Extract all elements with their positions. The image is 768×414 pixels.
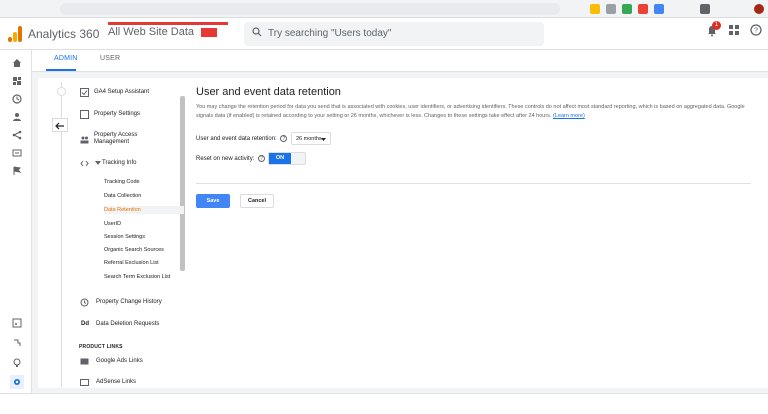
dropdown-arrow-icon <box>321 138 326 141</box>
account-selector[interactable]: All Web Site Data <box>108 22 228 38</box>
admin-panel: GA4 Setup Assistant Property Settings Pr… <box>38 78 768 388</box>
retention-label: User and event data retention: <box>196 136 277 143</box>
nav-item-property-settings[interactable]: Property Settings <box>94 111 140 117</box>
nav-item-adsense-links[interactable]: AdSense Links <box>96 379 136 385</box>
learn-more-link[interactable]: (Learn more) <box>553 113 585 119</box>
nav-sub-userid[interactable]: UserID <box>104 221 121 227</box>
reset-row: Reset on new activity: ? <box>196 155 266 163</box>
nav-scrollbar[interactable] <box>180 96 185 271</box>
active-tab-indicator <box>46 69 76 71</box>
realtime-clock-icon[interactable] <box>10 92 24 106</box>
back-button[interactable] <box>52 118 68 132</box>
conversions-flag-icon[interactable] <box>10 164 24 178</box>
nav-item-change-history[interactable]: Property Change History <box>96 299 162 305</box>
save-button[interactable]: Save <box>196 194 230 208</box>
nav-item-ga4-setup[interactable]: GA4 Setup Assistant <box>94 89 149 95</box>
extension-icon[interactable] <box>638 4 648 14</box>
section-product-links: PRODUCT LINKS <box>79 344 123 350</box>
discover-icon[interactable] <box>10 336 24 350</box>
search-box[interactable]: Try searching "Users today" <box>244 22 544 46</box>
admin-user-tabs: ADMIN USER <box>32 50 768 72</box>
left-navigation-rail <box>0 50 32 393</box>
bottom-taskbar <box>0 393 768 414</box>
retention-dropdown[interactable]: 26 months <box>291 132 331 145</box>
nav-sub-data-retention[interactable]: Data Retention <box>104 206 184 214</box>
google-ads-icon <box>80 358 89 365</box>
reset-label: Reset on new activity: <box>196 156 255 163</box>
nav-item-data-deletion[interactable]: Data Deletion Requests <box>96 321 159 327</box>
search-icon <box>252 27 262 37</box>
description-text: You may change the retention period for … <box>196 104 745 119</box>
adsense-icon <box>80 379 89 386</box>
acquisition-icon[interactable] <box>10 128 24 142</box>
app-header: Analytics 360 All Web Site Data Try sear… <box>0 18 768 50</box>
help-circle-icon[interactable]: ? <box>258 155 266 162</box>
checkbox-icon <box>80 88 89 97</box>
extension-icon[interactable] <box>622 4 632 14</box>
redaction-block <box>201 27 218 37</box>
customization-icon[interactable] <box>10 74 24 88</box>
nav-item-tracking-info[interactable]: Tracking Info <box>102 160 136 166</box>
extension-icon[interactable] <box>590 4 600 14</box>
profile-avatar[interactable] <box>754 4 764 14</box>
nav-sub-tracking-code[interactable]: Tracking Code <box>104 179 140 185</box>
svg-text:?: ? <box>754 28 758 35</box>
nav-item-access-management[interactable]: Property Access Management <box>94 132 166 146</box>
retention-row: User and event data retention: ? <box>196 135 288 143</box>
cancel-button[interactable]: Cancel <box>240 194 274 208</box>
behavior-icon[interactable] <box>10 146 24 160</box>
code-brackets-icon <box>80 160 89 167</box>
extension-icon[interactable] <box>606 4 616 14</box>
audience-person-icon[interactable] <box>10 110 24 124</box>
address-bar[interactable] <box>60 3 560 15</box>
arrow-left-icon <box>55 122 64 130</box>
nav-sub-organic-search[interactable]: Organic Search Sources <box>104 247 164 253</box>
home-icon[interactable] <box>10 56 24 70</box>
browser-toolbar <box>0 0 768 18</box>
nav-item-google-ads-links[interactable]: Google Ads Links <box>96 358 143 364</box>
analytics-logo-icon <box>8 26 22 42</box>
property-settings-icon <box>80 110 89 119</box>
page-title: User and event data retention <box>196 86 341 98</box>
reset-toggle[interactable]: ON <box>268 152 306 165</box>
nav-sub-session-settings[interactable]: Session Settings <box>104 234 145 240</box>
notifications-button[interactable]: 1 <box>706 21 721 37</box>
nav-sub-data-collection[interactable]: Data Collection <box>104 193 141 199</box>
extension-icon[interactable] <box>654 4 664 14</box>
notification-badge: 1 <box>712 21 721 30</box>
history-icon <box>80 298 89 307</box>
retention-description: You may change the retention period for … <box>196 103 749 121</box>
redaction-bar <box>108 22 228 25</box>
help-icon[interactable]: ? <box>750 24 762 36</box>
admin-gear-icon[interactable] <box>10 375 24 389</box>
retention-value: 26 months <box>296 136 322 142</box>
property-nav: GA4 Setup Assistant Property Settings Pr… <box>38 78 188 388</box>
apps-grid-icon[interactable] <box>728 24 740 36</box>
toggle-on-state: ON <box>269 153 291 164</box>
nav-sub-search-term-exclusion[interactable]: Search Term Exclusion List <box>104 273 174 281</box>
help-circle-icon[interactable]: ? <box>280 135 288 142</box>
tab-user[interactable]: USER <box>100 55 120 62</box>
nav-sub-referral-exclusion[interactable]: Referral Exclusion List <box>104 260 159 266</box>
people-icon <box>80 136 89 144</box>
app-title: Analytics 360 <box>28 27 100 41</box>
search-placeholder: Try searching "Users today" <box>268 28 392 39</box>
tab-admin[interactable]: ADMIN <box>54 55 78 62</box>
view-name: All Web Site Data <box>108 26 195 38</box>
lightbulb-icon[interactable] <box>10 356 24 370</box>
dd-icon: Dd <box>81 321 89 327</box>
nav-collapse-circle[interactable] <box>57 87 66 96</box>
section-divider <box>196 183 751 184</box>
caret-down-icon <box>95 161 101 165</box>
attribution-icon[interactable] <box>10 316 24 330</box>
extension-icon[interactable] <box>700 4 710 14</box>
